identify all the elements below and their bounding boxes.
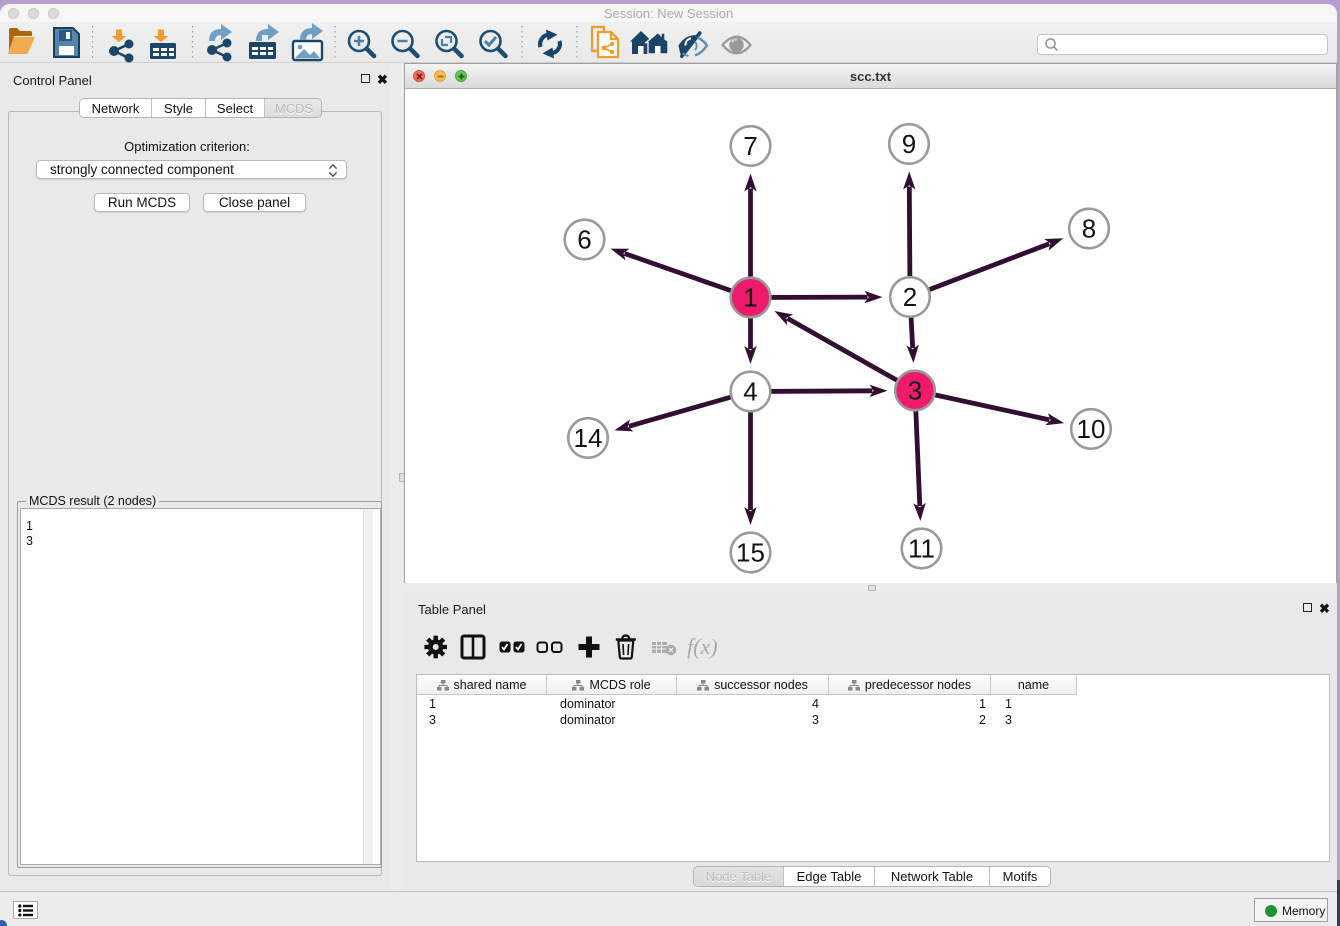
svg-text:7: 7 [743, 131, 757, 161]
svg-text:14: 14 [574, 423, 603, 453]
svg-text:9: 9 [902, 129, 916, 159]
svg-text:f(x): f(x) [687, 634, 718, 659]
svg-text:8: 8 [1082, 214, 1096, 244]
svg-text:11: 11 [908, 534, 935, 564]
svg-text:3: 3 [908, 376, 922, 406]
svg-text:2: 2 [903, 282, 917, 312]
svg-text:4: 4 [743, 377, 757, 407]
svg-text:1: 1 [743, 283, 757, 313]
svg-text:10: 10 [1077, 414, 1106, 444]
svg-text:15: 15 [736, 538, 765, 568]
svg-text:6: 6 [577, 225, 591, 255]
